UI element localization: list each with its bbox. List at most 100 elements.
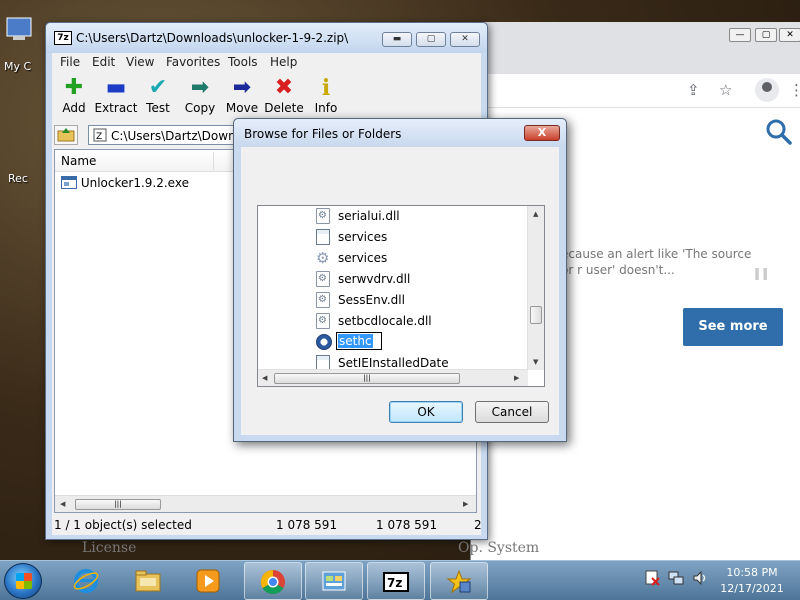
- svg-text:7z: 7z: [387, 576, 402, 590]
- scroll-down-icon[interactable]: ▼: [533, 358, 538, 366]
- taskbar-ie[interactable]: [58, 562, 116, 600]
- status-size: 1 078 591: [276, 518, 338, 532]
- tree-item-label: services: [338, 251, 388, 265]
- dll-icon: [316, 313, 330, 329]
- rename-text: sethc: [338, 334, 373, 348]
- volume-icon[interactable]: [692, 570, 708, 586]
- folder-up-icon: [57, 128, 75, 142]
- scroll-thumb[interactable]: |||: [274, 373, 460, 384]
- taskbar-control-panel[interactable]: [305, 562, 363, 600]
- list-item[interactable]: Unlocker1.9.2.exe: [61, 176, 189, 190]
- menu-edit[interactable]: Edit: [92, 55, 115, 69]
- minimize-button[interactable]: —: [729, 28, 751, 42]
- svg-text:Z: Z: [96, 132, 102, 142]
- scroll-thumb[interactable]: [530, 306, 542, 324]
- tree-item-label: serwvdrv.dll: [338, 272, 411, 286]
- menu-tools[interactable]: Tools: [228, 55, 258, 69]
- see-more-button[interactable]: See more: [683, 308, 783, 346]
- dialog-title: Browse for Files or Folders: [244, 127, 402, 141]
- scroll-right-icon[interactable]: ▶: [514, 374, 519, 382]
- search-icon[interactable]: [765, 118, 793, 146]
- taskbar-chrome[interactable]: [244, 562, 302, 600]
- share-icon[interactable]: ⇪: [687, 81, 700, 99]
- move-label: Move: [225, 101, 259, 115]
- scroll-right-icon[interactable]: ▶: [463, 500, 468, 508]
- copy-button[interactable]: ➡ Copy: [178, 75, 222, 115]
- check-icon: ✔: [148, 75, 168, 100]
- delete-x-icon: ✖: [274, 75, 294, 100]
- maximize-button[interactable]: ▢: [416, 32, 446, 47]
- menu-help[interactable]: Help: [270, 55, 297, 69]
- control-panel-icon: [322, 571, 346, 591]
- copy-label: Copy: [184, 101, 216, 115]
- tree-item-label: SetIEInstalledDate: [338, 356, 449, 370]
- taskbar-clock[interactable]: 10:58 PM 12/17/2021: [712, 565, 792, 597]
- scroll-left-icon[interactable]: ◀: [60, 500, 65, 508]
- copy-arrow-icon: ➡: [190, 75, 210, 100]
- desktop-icon[interactable]: [4, 14, 34, 44]
- close-button[interactable]: ✕: [450, 32, 480, 47]
- add-button[interactable]: ✚ Add: [52, 75, 96, 115]
- minimize-button[interactable]: ▬: [382, 32, 412, 47]
- scroll-thumb[interactable]: |||: [75, 499, 161, 510]
- star-icon[interactable]: ☆: [719, 81, 732, 99]
- profile-avatar[interactable]: [755, 78, 779, 102]
- license-heading: License: [82, 540, 137, 556]
- taskbar-unlocker[interactable]: [430, 562, 488, 600]
- tree-item-label: services: [338, 230, 388, 244]
- status-bar: 1 / 1 object(s) selected 1 078 591 1 078…: [52, 515, 482, 535]
- close-button[interactable]: X: [524, 125, 560, 141]
- scroll-up-icon[interactable]: ▲: [533, 210, 538, 218]
- menu-favorites[interactable]: Favorites: [166, 55, 220, 69]
- scroll-left-icon[interactable]: ◀: [262, 374, 267, 382]
- gear-icon: ⚙: [316, 249, 330, 267]
- taskbar-7zip[interactable]: 7z: [367, 562, 425, 600]
- delete-button[interactable]: ✖ Delete: [262, 75, 306, 115]
- taskbar-media-player[interactable]: [180, 562, 238, 600]
- exe-icon: [316, 229, 330, 245]
- dialog-body: serialui.dll services ⚙ services serwvdr…: [241, 147, 559, 435]
- extract-label: Extract: [94, 101, 138, 115]
- clock-time: 10:58 PM: [726, 566, 778, 579]
- quote-mark-icon: ": [751, 260, 772, 311]
- test-button[interactable]: ✔ Test: [136, 75, 180, 115]
- move-button[interactable]: ➡ Move: [220, 75, 264, 115]
- cancel-button[interactable]: Cancel: [475, 401, 549, 423]
- menu-view[interactable]: View: [126, 55, 154, 69]
- ok-button[interactable]: OK: [389, 401, 463, 423]
- chrome-icon: [260, 570, 285, 595]
- extract-button[interactable]: ▬ Extract: [94, 75, 138, 115]
- exe-file-icon: [61, 176, 77, 189]
- os-heading: Op. System: [458, 540, 540, 556]
- desktop-label-computer: My C: [4, 60, 32, 73]
- menu-file[interactable]: File: [60, 55, 80, 69]
- info-label: Info: [314, 101, 338, 115]
- info-button[interactable]: i Info: [304, 75, 348, 115]
- close-button[interactable]: ✕: [779, 28, 800, 42]
- folder-tree[interactable]: serialui.dll services ⚙ services serwvdr…: [257, 205, 545, 387]
- dialog-titlebar[interactable]: Browse for Files or Folders X: [234, 119, 566, 147]
- column-name-header[interactable]: Name: [61, 154, 96, 168]
- dll-icon: [316, 208, 330, 224]
- add-label: Add: [62, 101, 86, 115]
- status-packed: 1 078 591: [376, 518, 438, 532]
- vertical-scrollbar[interactable]: ▲ ▼: [527, 206, 544, 370]
- action-center-icon[interactable]: [644, 570, 660, 586]
- 7zip-icon: 7z: [383, 572, 409, 592]
- maximize-button[interactable]: ▢: [755, 28, 777, 42]
- clock-date: 12/17/2021: [720, 582, 784, 595]
- kebab-menu-icon[interactable]: ⋮: [789, 81, 800, 99]
- dll-icon: [316, 271, 330, 287]
- start-button[interactable]: [4, 563, 42, 599]
- zip-file-icon: Z: [93, 128, 107, 142]
- folder-up-button[interactable]: [54, 125, 78, 145]
- horizontal-scrollbar[interactable]: ◀ ||| ▶: [55, 495, 476, 512]
- column-divider[interactable]: [213, 152, 214, 170]
- rename-input[interactable]: sethc: [336, 332, 382, 350]
- 7zip-logo-icon: 7z: [54, 31, 72, 45]
- media-player-icon: [196, 569, 220, 593]
- 7zip-titlebar[interactable]: 7z C:\Users\Dartz\Downloads\unlocker-1-9…: [46, 23, 487, 53]
- horizontal-scrollbar[interactable]: ◀ ||| ▶: [258, 369, 528, 386]
- taskbar-explorer[interactable]: [120, 562, 178, 600]
- network-icon[interactable]: [668, 570, 684, 586]
